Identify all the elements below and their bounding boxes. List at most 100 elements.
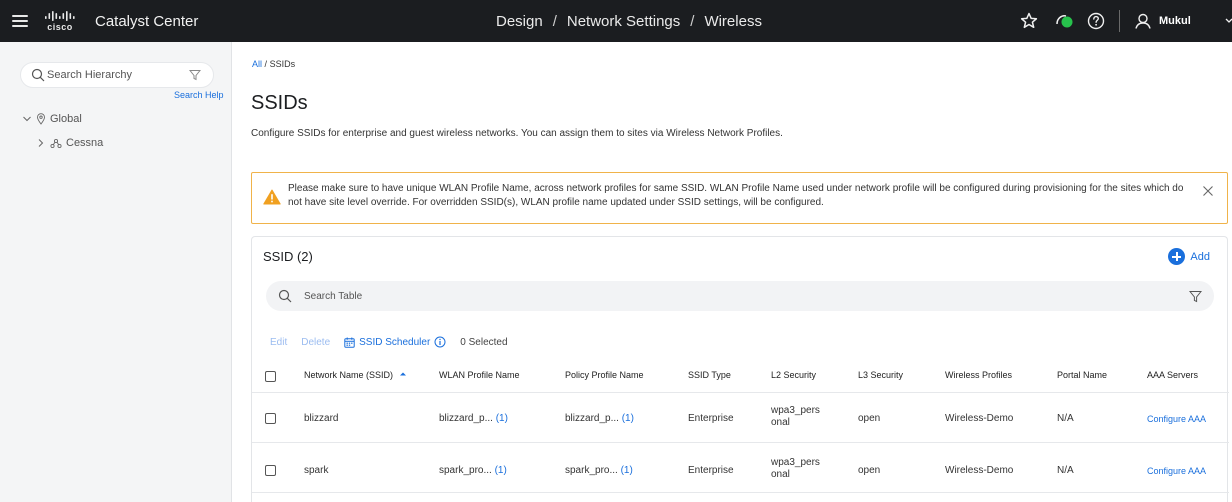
add-label: Add xyxy=(1190,250,1210,263)
l2-line2: onal xyxy=(771,469,790,480)
star-icon[interactable] xyxy=(1019,11,1039,31)
ssid-scheduler-button[interactable]: SSID Scheduler xyxy=(344,336,446,348)
breadcrumb-current: SSIDs xyxy=(269,59,296,69)
area-icon xyxy=(50,138,62,148)
row-checkbox[interactable] xyxy=(265,413,276,424)
col-portal-name[interactable]: Portal Name xyxy=(1057,370,1107,380)
menu-icon[interactable] xyxy=(12,12,28,30)
breadcrumb-separator: / xyxy=(264,59,268,69)
search-hierarchy-placeholder: Search Hierarchy xyxy=(47,69,132,81)
wlan-profile-count-link[interactable]: (1) xyxy=(495,465,507,476)
wlan-profile-count-link[interactable]: (1) xyxy=(496,413,508,424)
col-policy-profile[interactable]: Policy Profile Name xyxy=(565,370,644,380)
chevron-down-icon[interactable] xyxy=(1225,14,1232,28)
filter-icon[interactable] xyxy=(1189,290,1202,303)
cell-wlan-profile: spark_pro... (1) xyxy=(439,465,507,476)
tree-item-global[interactable]: Global xyxy=(22,113,82,125)
select-all-checkbox[interactable] xyxy=(265,371,276,382)
policy-profile-count-link[interactable]: (1) xyxy=(622,413,634,424)
location-pin-icon xyxy=(37,113,45,125)
col-ssid-type[interactable]: SSID Type xyxy=(688,370,731,380)
cell-policy-profile-text: spark_pro... xyxy=(565,465,618,476)
l2-line1: wpa3_pers xyxy=(771,457,820,468)
l2-line1: wpa3_pers xyxy=(771,405,820,416)
table-search-input[interactable]: Search Table xyxy=(266,281,1214,311)
system-health-icon[interactable] xyxy=(1054,12,1076,30)
cell-portal-name: N/A xyxy=(1057,413,1074,424)
cell-wireless-profiles: Wireless-Demo xyxy=(945,465,1014,476)
col-wlan-profile[interactable]: WLAN Profile Name xyxy=(439,370,520,380)
edit-button[interactable]: Edit xyxy=(270,337,287,348)
breadcrumb-all-link[interactable]: All xyxy=(252,59,262,69)
cell-wlan-profile-text: blizzard_p... xyxy=(439,413,493,424)
site-hierarchy-sidebar: Search Hierarchy Search Help Global Cess… xyxy=(0,42,232,502)
ssid-scheduler-label: SSID Scheduler xyxy=(359,336,431,348)
l2-line2: onal xyxy=(771,417,790,428)
selected-count: 0 Selected xyxy=(460,336,508,348)
chevron-down-icon[interactable] xyxy=(22,114,32,124)
add-ssid-button[interactable]: Add xyxy=(1168,248,1210,265)
user-icon[interactable] xyxy=(1133,11,1153,31)
cell-wlan-profile-text: spark_pro... xyxy=(439,465,492,476)
col-network-name[interactable]: Network Name (SSID) xyxy=(304,370,407,380)
filter-icon[interactable] xyxy=(189,69,201,81)
table-search-placeholder: Search Table xyxy=(304,291,363,302)
top-bar: cisco Catalyst Center Design / Network Set… xyxy=(0,0,1232,42)
col-l2-security[interactable]: L2 Security xyxy=(771,370,816,380)
logo-text: cisco xyxy=(47,21,73,32)
tree-label-global: Global xyxy=(50,113,82,125)
warning-alert: Please make sure to have unique WLAN Pro… xyxy=(251,172,1228,224)
cell-l3-security: open xyxy=(858,465,881,476)
help-icon[interactable] xyxy=(1086,11,1106,31)
search-icon xyxy=(31,68,45,82)
sort-ascending-icon[interactable] xyxy=(399,370,407,378)
alert-message: Please make sure to have unique WLAN Pro… xyxy=(288,183,1184,208)
search-hierarchy-input[interactable]: Search Hierarchy xyxy=(20,62,214,88)
tree-item-cessna[interactable]: Cessna xyxy=(36,137,103,149)
cisco-logo[interactable]: cisco xyxy=(38,9,82,33)
close-icon[interactable] xyxy=(1202,185,1214,197)
plus-icon xyxy=(1168,248,1186,265)
cell-ssid-type: Enterprise xyxy=(688,465,734,476)
policy-profile-count-link[interactable]: (1) xyxy=(621,465,633,476)
cell-wlan-profile: blizzard_p... (1) xyxy=(439,413,508,424)
table-header: Network Name (SSID) WLAN Profile Name Po… xyxy=(252,359,1229,393)
table-actions: Edit Delete SSID Scheduler 0 Selected xyxy=(270,336,508,348)
search-icon xyxy=(278,289,292,303)
configure-aaa-link[interactable]: Configure AAA xyxy=(1147,466,1206,476)
cell-l3-security: open xyxy=(858,413,881,424)
col-aaa-servers[interactable]: AAA Servers xyxy=(1147,370,1198,380)
row-checkbox[interactable] xyxy=(265,465,276,476)
app-name[interactable]: Catalyst Center xyxy=(95,13,198,30)
page-description: Configure SSIDs for enterprise and guest… xyxy=(251,128,783,139)
col-wireless-profiles[interactable]: Wireless Profiles xyxy=(945,370,1012,380)
info-icon[interactable] xyxy=(434,336,446,348)
cell-ssid: spark xyxy=(304,465,329,476)
ssid-table-card: SSID (2) Add Search Table Edit Delete SS… xyxy=(251,236,1229,502)
top-breadcrumb: Design / Network Settings / Wireless xyxy=(496,13,762,30)
cell-policy-profile: blizzard_p... (1) xyxy=(565,413,634,424)
cell-l2-security: wpa3_pers onal xyxy=(771,405,821,429)
col-l3-security[interactable]: L3 Security xyxy=(858,370,903,380)
cell-policy-profile-text: blizzard_p... xyxy=(565,413,619,424)
user-name[interactable]: Mukul xyxy=(1159,15,1191,27)
cell-ssid: blizzard xyxy=(304,413,339,424)
col-network-name-label: Network Name (SSID) xyxy=(304,370,394,380)
table-row[interactable]: spark spark_pro... (1) spark_pro... (1) … xyxy=(252,443,1229,493)
breadcrumb-design[interactable]: Design xyxy=(496,13,543,30)
configure-aaa-link[interactable]: Configure AAA xyxy=(1147,414,1206,424)
calendar-icon xyxy=(344,337,355,348)
cell-wireless-profiles: Wireless-Demo xyxy=(945,413,1014,424)
tree-label-cessna: Cessna xyxy=(66,137,104,149)
chevron-right-icon[interactable] xyxy=(36,138,46,148)
breadcrumb-network-settings[interactable]: Network Settings xyxy=(567,13,680,30)
cell-policy-profile: spark_pro... (1) xyxy=(565,465,633,476)
search-help-link[interactable]: Search Help xyxy=(174,90,224,100)
table-row[interactable]: blizzard blizzard_p... (1) blizzard_p...… xyxy=(252,393,1229,443)
page-title: SSIDs xyxy=(251,92,308,114)
cisco-bars-icon xyxy=(45,10,75,21)
breadcrumb-wireless: Wireless xyxy=(704,13,762,30)
topbar-divider xyxy=(1119,10,1120,32)
cell-ssid-type: Enterprise xyxy=(688,413,734,424)
delete-button[interactable]: Delete xyxy=(301,337,330,348)
